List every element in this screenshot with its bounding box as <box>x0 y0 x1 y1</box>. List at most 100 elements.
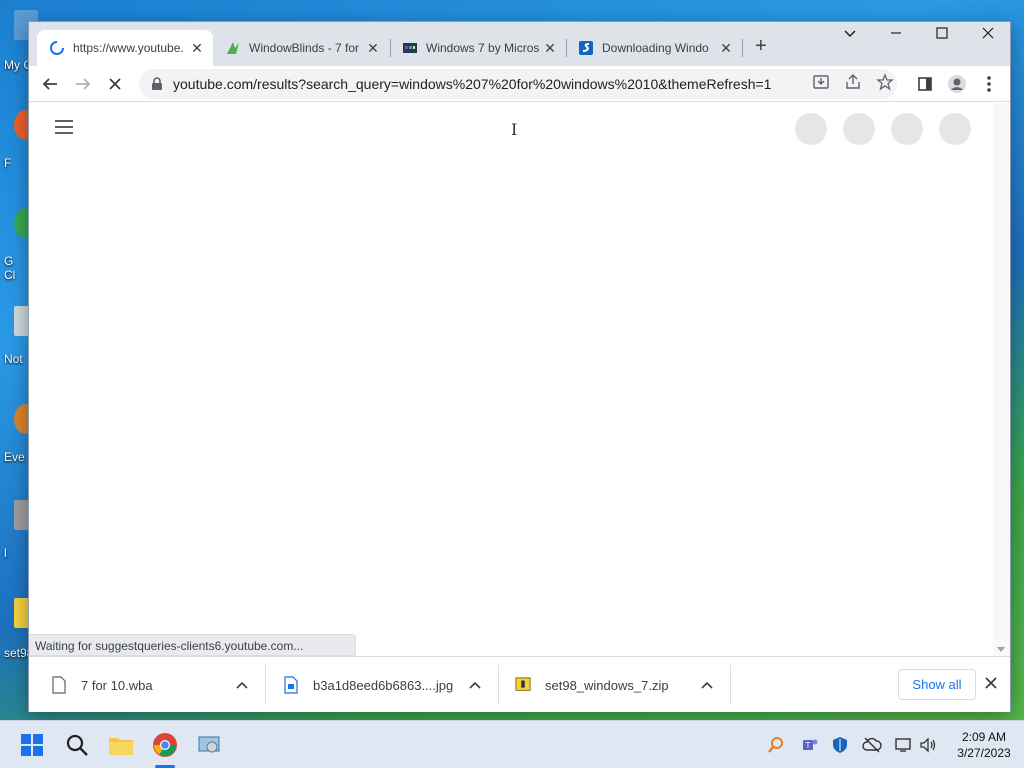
close-icon <box>985 677 997 689</box>
close-tab-icon[interactable]: ✕ <box>542 40 558 57</box>
file-icon <box>51 676 67 694</box>
forward-arrow-icon <box>76 78 91 90</box>
stop-loading-button[interactable] <box>103 72 127 96</box>
address-url: youtube.com/results?search_query=windows… <box>173 76 772 92</box>
defender-shield-icon[interactable] <box>830 735 850 755</box>
softpedia-icon <box>578 40 594 56</box>
tab-separator <box>742 39 743 57</box>
back-button[interactable] <box>38 72 62 96</box>
skeleton-placeholder <box>939 113 971 145</box>
chevron-up-icon[interactable] <box>236 678 248 692</box>
cloud-offline-icon[interactable] <box>862 735 882 755</box>
control-panel-icon <box>198 736 220 753</box>
install-icon <box>813 75 829 89</box>
kebab-menu-icon <box>987 76 991 92</box>
tab-windows7[interactable]: Windows 7 by Micros ✕ <box>390 30 566 66</box>
tab-strip: https://www.youtube. ✕ WindowBlinds - 7 … <box>29 22 1010 66</box>
download-separator <box>265 665 266 705</box>
tab-title: https://www.youtube. <box>73 41 184 55</box>
site-icon <box>402 40 418 56</box>
back-arrow-icon <box>42 78 57 90</box>
menu-button[interactable] <box>977 72 1001 96</box>
chevron-up-icon[interactable] <box>469 678 481 692</box>
tab-title: Windows 7 by Micros <box>426 41 540 55</box>
close-tab-icon[interactable]: ✕ <box>365 40 381 57</box>
desktop-icon-my-computer[interactable]: My C <box>0 10 38 72</box>
desktop-icon-firefox[interactable]: F <box>0 110 38 170</box>
chevron-up-icon[interactable] <box>701 678 713 692</box>
search-icon <box>66 734 88 756</box>
page-content: I <box>29 103 994 656</box>
tab-title: Downloading Windo <box>602 41 709 55</box>
start-button[interactable] <box>18 731 46 759</box>
windowblinds-icon <box>225 40 241 56</box>
file-explorer-button[interactable] <box>107 731 135 759</box>
search-button[interactable] <box>63 731 91 759</box>
download-separator <box>730 665 731 705</box>
close-icon <box>982 27 994 39</box>
side-panel-icon <box>918 77 932 91</box>
download-filename: b3a1d8eed6b6863....jpg <box>313 677 454 693</box>
desktop-icon-everything[interactable]: Eve <box>0 404 38 464</box>
clock-date: 3/27/2023 <box>957 746 1011 760</box>
skeleton-placeholder <box>891 113 923 145</box>
teams-icon[interactable]: T <box>800 735 820 755</box>
tab-downloading[interactable]: Downloading Windo ✕ <box>566 30 742 66</box>
vertical-scrollbar[interactable] <box>993 103 1010 656</box>
download-item[interactable]: b3a1d8eed6b6863....jpg <box>283 657 493 713</box>
text-cursor-icon: I <box>511 120 518 139</box>
chrome-taskbar-button[interactable] <box>151 731 179 759</box>
maximize-icon <box>936 27 948 39</box>
tab-search-button[interactable] <box>830 26 870 43</box>
close-window-button[interactable] <box>968 26 1008 43</box>
svg-text:T: T <box>805 741 811 750</box>
desktop-icon-zip[interactable]: set98 <box>0 598 38 660</box>
zip-file-icon <box>515 676 531 694</box>
close-tab-icon[interactable]: ✕ <box>718 40 734 57</box>
download-filename: 7 for 10.wba <box>81 677 153 693</box>
volume-icon[interactable] <box>918 735 938 755</box>
network-icon[interactable] <box>894 735 914 755</box>
hamburger-menu-icon[interactable] <box>55 120 73 138</box>
show-all-downloads-button[interactable]: Show all <box>898 669 976 700</box>
search-tray-icon[interactable] <box>766 735 786 755</box>
tab-title: WindowBlinds - 7 for <box>249 41 360 55</box>
address-bar[interactable]: youtube.com/results?search_query=windows… <box>139 69 897 99</box>
share-icon <box>846 74 860 89</box>
forward-button[interactable] <box>71 72 95 96</box>
download-shelf: 7 for 10.wba b3a1d8eed6b6863....jpg set9… <box>29 656 1010 712</box>
scroll-down-icon[interactable] <box>997 647 1005 652</box>
browser-toolbar: youtube.com/results?search_query=windows… <box>29 66 1010 102</box>
chevron-down-icon <box>844 30 856 38</box>
new-tab-button[interactable]: + <box>755 36 767 56</box>
app-taskbar-button[interactable] <box>195 731 223 759</box>
share-button[interactable] <box>844 73 862 91</box>
chrome-icon <box>153 733 177 757</box>
download-item[interactable]: set98_windows_7.zip <box>515 657 725 713</box>
desktop-icon-notepad[interactable]: Not <box>0 306 38 366</box>
stop-icon <box>109 78 121 90</box>
skeleton-placeholder <box>795 113 827 145</box>
status-bubble: Waiting for suggestqueries-clients6.yout… <box>29 634 357 656</box>
download-separator <box>498 665 499 705</box>
side-panel-button[interactable] <box>913 72 937 96</box>
minimize-button[interactable] <box>876 26 916 43</box>
desktop-icon-label: l <box>4 546 7 560</box>
tab-youtube[interactable]: https://www.youtube. ✕ <box>37 30 213 66</box>
image-file-icon <box>283 676 299 694</box>
install-app-button[interactable] <box>812 73 830 91</box>
bookmark-button[interactable] <box>876 73 894 91</box>
windows-logo-icon <box>21 734 43 756</box>
download-item[interactable]: 7 for 10.wba <box>51 657 261 713</box>
browser-window: https://www.youtube. ✕ WindowBlinds - 7 … <box>28 21 1011 712</box>
desktop-icon-chrome[interactable]: G Cl <box>0 208 38 282</box>
tab-windowblinds[interactable]: WindowBlinds - 7 for ✕ <box>213 30 389 66</box>
star-icon <box>876 73 894 91</box>
desktop-icon-settings[interactable]: l <box>0 500 38 560</box>
clock[interactable]: 2:09 AM 3/27/2023 <box>948 729 1020 761</box>
close-tab-icon[interactable]: ✕ <box>189 40 205 57</box>
maximize-button[interactable] <box>922 26 962 43</box>
profile-button[interactable] <box>945 72 969 96</box>
download-filename: set98_windows_7.zip <box>545 677 669 693</box>
close-shelf-button[interactable] <box>985 673 997 694</box>
